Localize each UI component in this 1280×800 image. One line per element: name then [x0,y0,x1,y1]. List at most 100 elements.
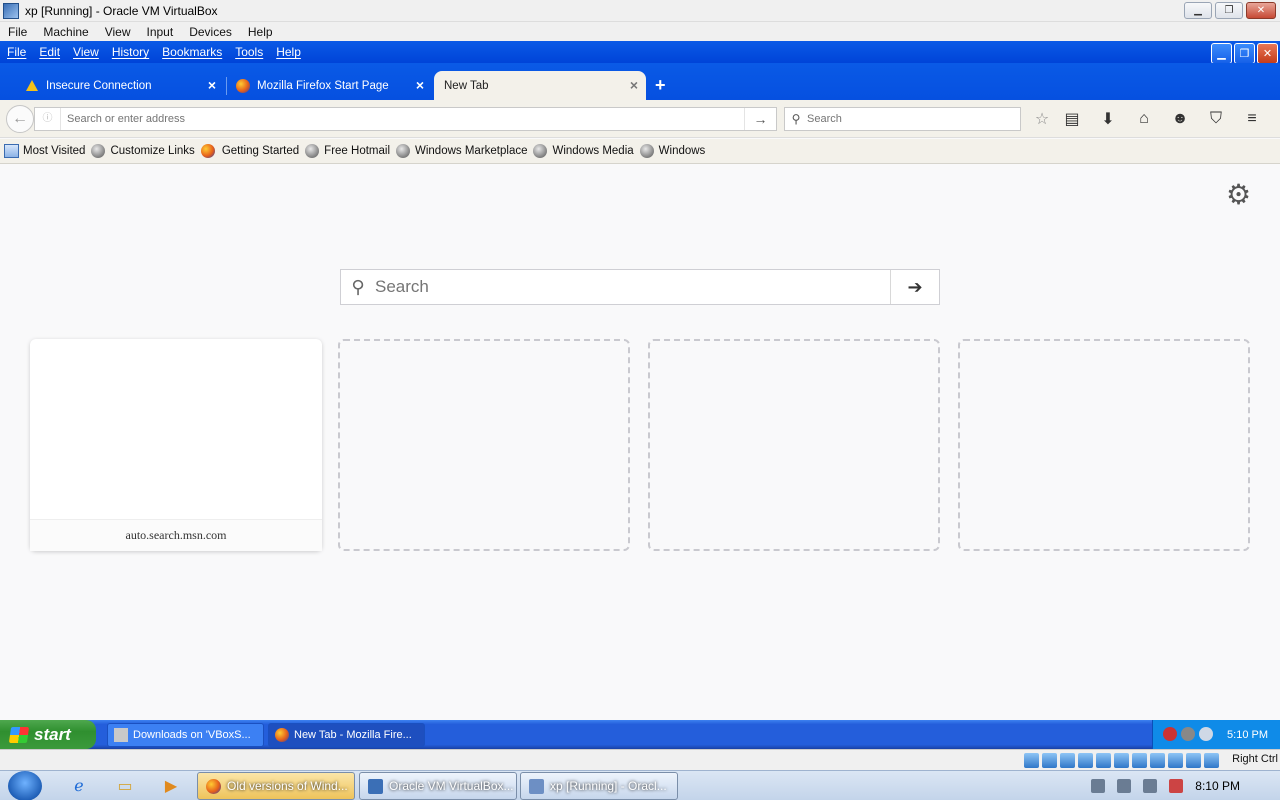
host-key-label: Right Ctrl [1232,753,1278,765]
w7-task-label: Old versions of Wind... [227,779,348,793]
hello-icon[interactable]: ☻ [1162,108,1198,130]
bookmark-windows-media[interactable]: Windows Media [533,144,634,158]
security-tray-icon[interactable] [1163,727,1177,741]
network-tray-icon[interactable] [1199,727,1213,741]
ff-menu-view[interactable]: View [66,45,105,59]
bookmark-label: Getting Started [221,145,300,157]
ff-menu-help[interactable]: Help [269,45,307,59]
tab-new-tab[interactable]: New Tab × [434,71,646,100]
host-menu-machine[interactable]: Machine [35,25,96,39]
tab-label: Mozilla Firefox Start Page [257,79,389,92]
ff-menu-file[interactable]: File [0,45,32,59]
bookmark-customize-links[interactable]: Customize Links [91,144,195,158]
w7-task-label: xp [Running] - Oracl... [550,779,667,793]
ff-menu-tools[interactable]: Tools [228,45,269,59]
internet-explorer-icon[interactable]: ℯ [68,775,90,797]
keyboard-icon[interactable] [1204,753,1219,768]
bookmark-windows-marketplace[interactable]: Windows Marketplace [396,144,527,158]
guest-close-button[interactable]: ✕ [1257,43,1278,64]
display-icon[interactable] [1132,753,1147,768]
ff-menu-bookmarks[interactable]: Bookmarks [155,45,228,59]
most-visited-icon [4,144,19,158]
host-menu-devices[interactable]: Devices [181,25,240,39]
newtab-search-input[interactable] [375,277,890,297]
w7-task-firefox[interactable]: Old versions of Wind... [197,772,355,800]
search-bar: ⚲ [784,107,1021,131]
new-tab-button[interactable]: + [655,75,666,96]
tab-close-icon[interactable]: × [208,77,216,93]
w7-task-xp-vm[interactable]: xp [Running] - Oracl... [520,772,678,800]
bookmark-windows[interactable]: Windows [639,144,705,158]
url-input[interactable] [61,113,744,125]
tab-close-icon[interactable]: × [416,77,424,93]
tab-firefox-start-page[interactable]: Mozilla Firefox Start Page × [226,71,432,100]
volume-muted-icon[interactable] [1169,779,1184,793]
guest-restore-button[interactable]: ❐ [1234,43,1255,64]
bookmark-getting-started[interactable]: Getting Started [200,144,300,158]
virtualbox-icon [3,2,19,19]
host-menu-input[interactable]: Input [139,25,182,39]
search-icon: ⚲ [351,276,365,297]
bookmark-label: Windows Marketplace [415,145,528,157]
network-icon[interactable] [1078,753,1093,768]
tab-close-icon[interactable]: × [630,77,638,93]
gear-icon[interactable]: ⚙ [1226,178,1251,211]
bookmark-most-visited[interactable]: Most Visited [4,144,85,158]
host-menu-bar: File Machine View Input Devices Help [0,22,1280,41]
downloads-icon[interactable]: ⬇ [1090,108,1126,130]
virtualbox-icon [368,778,383,794]
globe-icon [533,144,548,158]
xp-task-downloads[interactable]: Downloads on 'VBoxS... [107,723,264,747]
guest-minimize-button[interactable]: ▁ [1211,43,1232,64]
empty-tile-placeholder [338,339,630,551]
action-center-flag-icon[interactable] [1117,779,1132,793]
host-menu-file[interactable]: File [0,25,35,39]
tab-insecure-connection[interactable]: Insecure Connection × [16,71,224,100]
top-site-tile[interactable]: auto.search.msn.com [30,339,322,551]
w7-clock[interactable]: 8:10 PM [1195,779,1240,793]
harddisk-icon[interactable] [1024,753,1039,768]
firefox-icon [200,144,215,158]
home-icon[interactable]: ⌂ [1126,108,1162,130]
xp-task-firefox[interactable]: New Tab - Mozilla Fire... [268,723,425,747]
empty-tile-placeholder [648,339,940,551]
host-menu-view[interactable]: View [97,25,139,39]
host-restore-button[interactable]: ❐ [1215,2,1243,19]
tab-label: New Tab [444,79,489,92]
show-hidden-icons-icon[interactable] [1091,779,1106,793]
shield-tray-icon[interactable] [1181,727,1195,741]
back-arrow-icon: ← [12,110,28,127]
audio-icon[interactable] [1060,753,1075,768]
menu-icon[interactable]: ≡ [1234,108,1270,130]
usb-icon[interactable] [1096,753,1111,768]
search-icon: ⚲ [791,112,801,126]
shared-folder-icon[interactable] [1114,753,1129,768]
empty-tile-placeholder [958,339,1250,551]
ff-menu-edit[interactable]: Edit [32,45,66,59]
newtab-search-go-button[interactable]: ➔ [890,270,939,304]
windows-orb-start-button[interactable] [8,771,42,800]
host-close-button[interactable]: ✕ [1246,2,1276,19]
w7-system-tray: 8:10 PM [1091,771,1280,800]
identity-icon[interactable]: ⓘ [35,108,61,130]
start-button[interactable]: start [0,720,96,749]
w7-task-virtualbox-manager[interactable]: Oracle VM VirtualBox... [359,772,517,800]
file-explorer-icon[interactable]: ▭ [114,775,136,797]
video-capture-icon[interactable] [1150,753,1165,768]
mouse-integration-icon[interactable] [1186,753,1201,768]
toolbar-search-input[interactable] [807,113,1020,125]
pocket-icon[interactable]: ⛉ [1198,108,1234,130]
network-tray-icon[interactable] [1143,779,1158,793]
bookmark-free-hotmail[interactable]: Free Hotmail [305,144,390,158]
media-player-icon[interactable]: ▶ [160,775,182,797]
ff-menu-history[interactable]: History [105,45,155,59]
vbox-status-bar: Right Ctrl [0,749,1280,770]
reading-list-icon[interactable]: ▤ [1054,108,1090,130]
host-menu-help[interactable]: Help [240,25,281,39]
vt-x-icon[interactable] [1168,753,1183,768]
host-minimize-button[interactable]: ▁ [1184,2,1212,19]
back-button[interactable]: ← [6,105,34,133]
optical-drive-icon[interactable] [1042,753,1057,768]
bookmark-star-icon[interactable]: ☆ [1030,108,1054,130]
go-arrow-icon[interactable]: → [744,108,776,130]
